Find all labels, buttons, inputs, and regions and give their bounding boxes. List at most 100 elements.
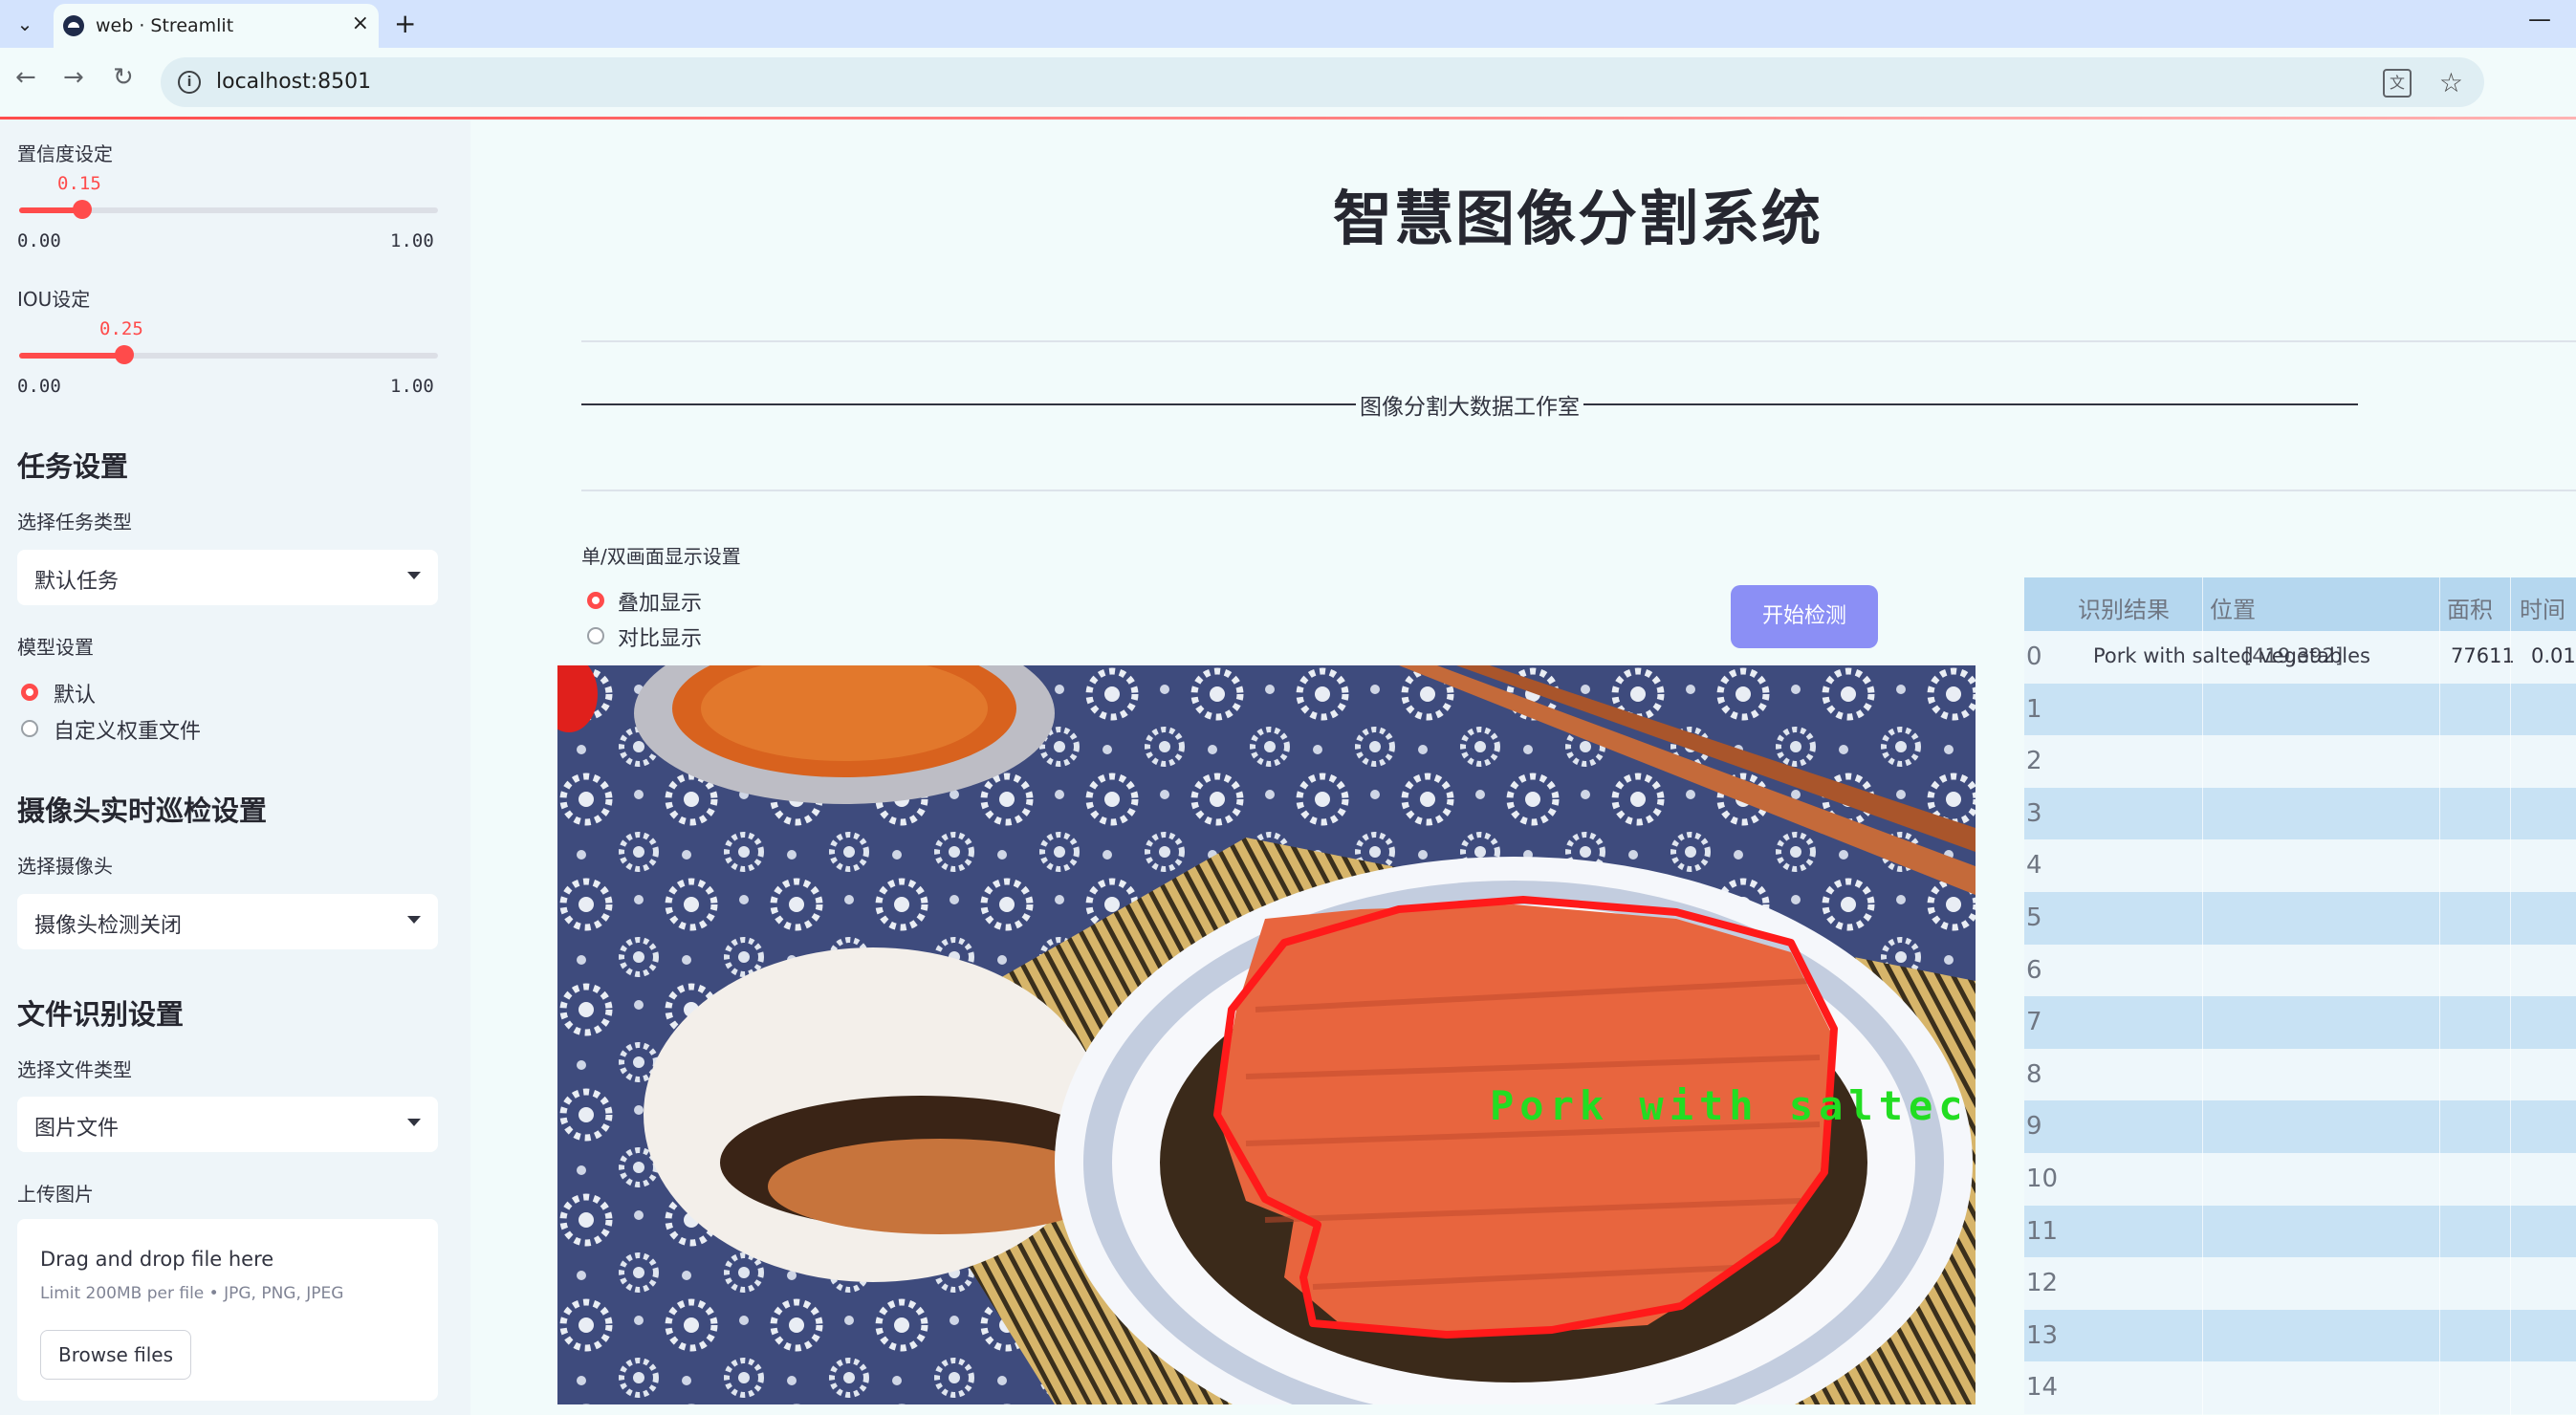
url-text[interactable]: localhost:8501 xyxy=(216,70,371,94)
row-index: 0 xyxy=(2026,642,2042,671)
table-row[interactable]: 8 xyxy=(2024,1048,2576,1101)
compare-display-label[interactable]: 对比显示 xyxy=(618,621,702,652)
browser-toolbar: ← → ↻ i localhost:8501 文 ☆ xyxy=(0,48,2576,117)
browser-tab-bar: ⌄ web · Streamlit × + — xyxy=(0,0,2576,48)
model-default-radio[interactable] xyxy=(21,684,38,701)
table-row[interactable]: 11 xyxy=(2024,1205,2576,1258)
close-tab-icon[interactable]: × xyxy=(352,11,369,35)
table-row[interactable]: 6 xyxy=(2024,944,2576,997)
detection-result-image: Pork with saltec xyxy=(557,665,1976,1404)
row-index: 14 xyxy=(2026,1373,2059,1403)
studio-text: 图像分割大数据工作室 xyxy=(1360,395,1580,420)
table-row[interactable]: 7 xyxy=(2024,996,2576,1050)
row-index: 6 xyxy=(2026,955,2042,985)
row-index: 11 xyxy=(2026,1216,2059,1246)
chevron-down-icon xyxy=(407,1119,421,1126)
results-table[interactable]: 识别结果 位置 面积 时间 0 Pork with salted vegetabl… xyxy=(2024,577,2576,1415)
col-header-time[interactable]: 时间 xyxy=(2520,591,2565,624)
confidence-slider[interactable] xyxy=(19,200,438,219)
row-index: 10 xyxy=(2026,1165,2059,1193)
iou-slider-thumb[interactable] xyxy=(114,345,134,364)
chevron-down-icon xyxy=(407,916,421,924)
table-row[interactable]: 3 xyxy=(2024,787,2576,840)
area-cell: 77611 xyxy=(2451,644,2515,667)
camera-selected: 摄像头检测关闭 xyxy=(34,914,183,938)
start-detection-button[interactable]: 开始检测 xyxy=(1731,585,1878,648)
translate-icon[interactable]: 文 xyxy=(2383,69,2412,98)
upload-label: 上传图片 xyxy=(17,1183,94,1206)
page-title: 智慧图像分割系统 xyxy=(1333,184,1823,253)
task-type-selected: 默认任务 xyxy=(34,570,120,594)
browse-files-button[interactable]: Browse files xyxy=(40,1330,191,1380)
table-row[interactable]: 5 xyxy=(2024,892,2576,945)
table-row[interactable]: 13 xyxy=(2024,1309,2576,1362)
confidence-max: 1.00 xyxy=(390,230,434,251)
reload-icon[interactable]: ↻ xyxy=(113,63,134,92)
row-index: 13 xyxy=(2026,1320,2059,1350)
table-row[interactable]: 2 xyxy=(2024,735,2576,789)
new-tab-plus-icon[interactable]: + xyxy=(394,8,416,39)
streamlit-favicon-icon xyxy=(63,15,84,36)
file-type-select[interactable]: 图片文件 xyxy=(17,1097,438,1152)
file-type-label: 选择文件类型 xyxy=(17,1058,132,1081)
compare-display-radio[interactable] xyxy=(587,627,604,644)
row-index: 7 xyxy=(2026,1008,2042,1037)
row-index: 3 xyxy=(2026,798,2042,828)
confidence-slider-thumb[interactable] xyxy=(72,200,92,219)
task-type-label: 选择任务类型 xyxy=(17,511,132,533)
col-header-area[interactable]: 面积 xyxy=(2447,591,2493,624)
task-settings-header: 任务设置 xyxy=(17,450,129,483)
chevron-down-icon xyxy=(407,572,421,579)
row-index: 4 xyxy=(2026,851,2042,881)
table-row[interactable]: 9 xyxy=(2024,1100,2576,1154)
table-row[interactable]: 12 xyxy=(2024,1257,2576,1311)
file-settings-header: 文件识别设置 xyxy=(17,998,185,1031)
table-row[interactable]: 10 xyxy=(2024,1153,2576,1206)
minimize-window-icon[interactable]: — xyxy=(2528,6,2551,33)
col-header-result[interactable]: 识别结果 xyxy=(2078,591,2170,624)
file-dropzone[interactable]: Drag and drop file here Limit 200MB per … xyxy=(17,1219,438,1401)
divider xyxy=(581,340,2576,342)
row-index: 8 xyxy=(2026,1059,2042,1089)
camera-label: 选择摄像头 xyxy=(17,855,113,878)
row-index: 12 xyxy=(2026,1269,2059,1298)
tab-title: web · Streamlit xyxy=(96,15,234,36)
overlay-display-label[interactable]: 叠加显示 xyxy=(618,586,702,617)
task-type-select[interactable]: 默认任务 xyxy=(17,550,438,605)
model-custom-radio[interactable] xyxy=(21,720,38,737)
col-divider xyxy=(2439,577,2440,1415)
dropzone-title: Drag and drop file here xyxy=(40,1248,274,1271)
table-row[interactable]: 14 xyxy=(2024,1361,2576,1415)
browser-tab[interactable]: web · Streamlit × xyxy=(54,4,379,48)
table-row[interactable]: 0 Pork with salted vegetables [419,392] 776… xyxy=(2024,631,2576,684)
iou-max: 1.00 xyxy=(390,376,434,397)
row-index: 2 xyxy=(2026,747,2042,776)
model-default-label[interactable]: 默认 xyxy=(54,678,96,708)
iou-slider[interactable] xyxy=(19,345,438,364)
site-info-icon[interactable]: i xyxy=(178,71,201,94)
time-cell: 0.01 xyxy=(2531,644,2576,667)
camera-select[interactable]: 摄像头检测关闭 xyxy=(17,894,438,949)
iou-min: 0.00 xyxy=(17,376,61,397)
confidence-value: 0.15 xyxy=(57,173,101,194)
display-mode-label: 单/双画面显示设置 xyxy=(581,545,741,568)
overlay-display-radio[interactable] xyxy=(587,592,604,609)
back-arrow-icon[interactable]: ← xyxy=(15,63,36,92)
bookmark-star-icon[interactable]: ☆ xyxy=(2439,67,2463,98)
table-row[interactable]: 1 xyxy=(2024,683,2576,736)
file-type-selected: 图片文件 xyxy=(34,1117,120,1141)
row-index: 9 xyxy=(2026,1112,2042,1142)
address-bar[interactable]: i localhost:8501 文 ☆ xyxy=(161,57,2484,107)
table-row[interactable]: 4 xyxy=(2024,839,2576,893)
model-custom-label[interactable]: 自定义权重文件 xyxy=(54,714,201,745)
divider xyxy=(581,490,2576,491)
model-settings-label: 模型设置 xyxy=(17,636,94,659)
studio-banner: 图像分割大数据工作室 xyxy=(581,388,2358,421)
iou-value: 0.25 xyxy=(99,318,143,339)
dash-line-right xyxy=(1583,403,2358,405)
dropzone-limit: Limit 200MB per file • JPG, PNG, JPEG xyxy=(40,1284,344,1303)
col-header-position[interactable]: 位置 xyxy=(2210,591,2256,624)
col-divider xyxy=(2202,577,2203,1415)
tab-search-chevron-icon[interactable]: ⌄ xyxy=(8,8,42,40)
forward-arrow-icon[interactable]: → xyxy=(63,63,84,92)
